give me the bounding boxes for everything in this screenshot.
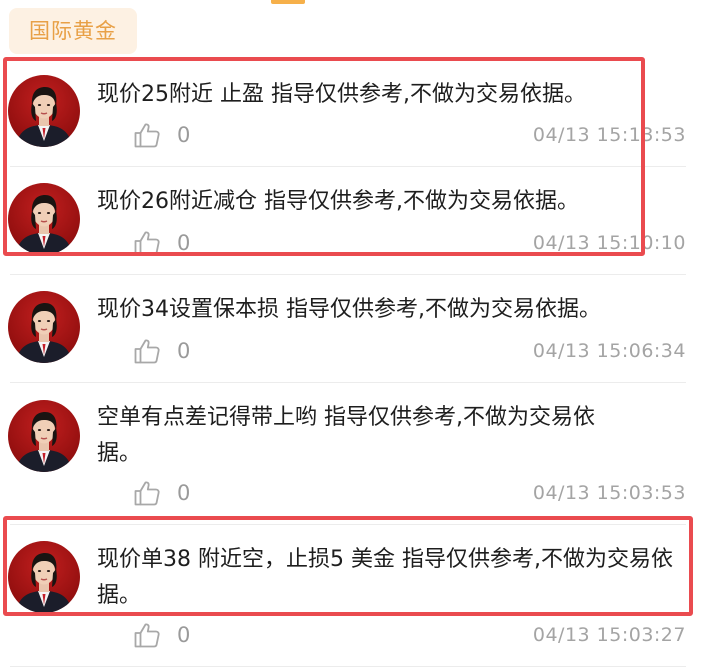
avatar[interactable] [8, 75, 80, 147]
post-text: 现价26附近减仓 指导仅供参考,不做为交易依据。 [97, 189, 579, 214]
top-tab-indicator [271, 0, 305, 4]
post-timestamp: 04/13 15:13:53 [532, 124, 686, 146]
avatar[interactable] [8, 291, 80, 363]
post-timestamp: 04/13 15:06:34 [532, 340, 686, 362]
like-count: 0 [177, 481, 191, 505]
divider [10, 666, 686, 667]
divider [10, 382, 686, 383]
post-timestamp: 04/13 15:03:27 [532, 624, 686, 646]
post-timestamp: 04/13 15:10:10 [532, 232, 686, 254]
category-tag[interactable]: 国际黄金 [9, 8, 137, 54]
avatar[interactable] [8, 541, 80, 613]
thumbs-up-icon[interactable] [133, 337, 161, 365]
post-text: 现价单38 附近空，止损5 美金 指导仅供参考,不做为交易依据。 [97, 547, 673, 608]
post-text: 现价34设置保本损 指导仅供参考,不做为交易依据。 [97, 297, 601, 322]
post-text: 空单有点差记得带上哟 指导仅供参考,不做为交易依据。 [97, 405, 595, 466]
like-count: 0 [177, 623, 191, 647]
avatar[interactable] [8, 400, 80, 472]
like-count: 0 [177, 123, 191, 147]
thumbs-up-icon[interactable] [133, 479, 161, 507]
divider [10, 524, 686, 525]
thumbs-up-icon[interactable] [133, 121, 161, 149]
thumbs-up-icon[interactable] [133, 229, 161, 257]
post-text: 现价25附近 止盈 指导仅供参考,不做为交易依据。 [97, 82, 586, 107]
divider [10, 274, 686, 275]
like-count: 0 [177, 231, 191, 255]
thumbs-up-icon[interactable] [133, 621, 161, 649]
divider [10, 166, 686, 167]
avatar[interactable] [8, 183, 80, 255]
like-count: 0 [177, 339, 191, 363]
post-timestamp: 04/13 15:03:53 [532, 482, 686, 504]
